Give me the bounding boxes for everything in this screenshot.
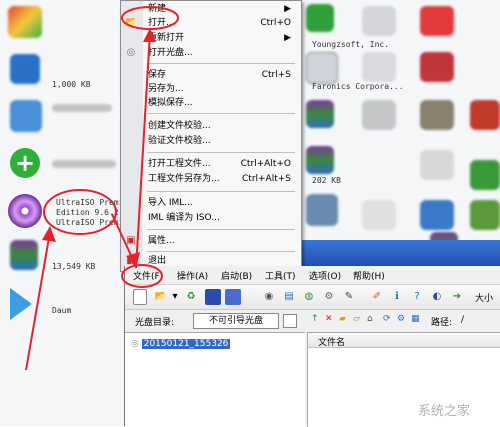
annotation-arrowhead-2 — [143, 28, 156, 42]
watermark: 系统之家 — [418, 404, 471, 419]
annotation-circle-ultraiso — [43, 189, 117, 235]
annotation-arrow-2 — [135, 31, 151, 269]
annotation-circle-open — [121, 6, 179, 30]
annotation-arrowhead-3 — [42, 226, 56, 242]
annotation-circle-file-menu — [121, 264, 163, 288]
annotation-overlay — [25, 6, 179, 371]
annotation-arrow-3 — [25, 231, 51, 371]
